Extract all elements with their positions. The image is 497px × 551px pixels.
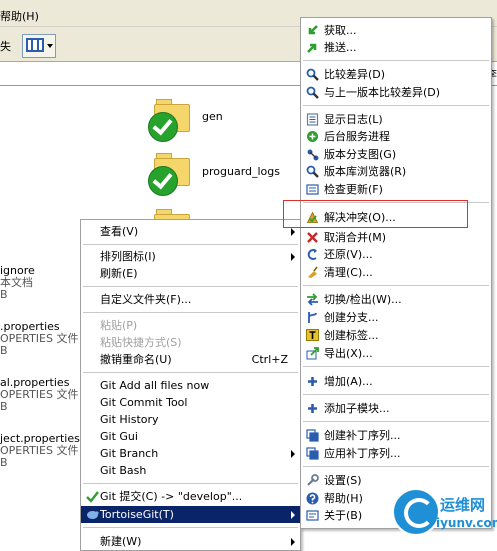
settings-icon (307, 474, 319, 486)
export-icon (306, 347, 319, 360)
commit-icon (86, 491, 99, 503)
menu-item-view[interactable]: 查看(V) (81, 223, 300, 240)
chevron-down-icon (47, 44, 53, 48)
branch-icon (308, 312, 317, 323)
cleanup-icon (308, 266, 318, 278)
menu-item-customize-folder[interactable]: 自定义文件夹(F)... (81, 291, 300, 308)
file-entry[interactable]: ignore 本文档 B (0, 265, 35, 301)
menu-item-git-history[interactable]: Git History (81, 411, 300, 428)
tortoisegit-submenu: 获取... 推送... 比较差异(D) 与上一版本比较差异(D) 显示日志(L)… (300, 17, 492, 529)
folder-partial[interactable] (148, 206, 192, 220)
menu-item-tortoisegit[interactable]: TortoiseGit(T) (81, 506, 300, 523)
menu-item-daemon[interactable]: 后台服务进程 (301, 128, 491, 145)
submenu-arrow-icon (291, 253, 295, 261)
watermark-url: iyunv.com (436, 516, 497, 530)
file-entry[interactable]: .properties OPERTIES 文件 B (0, 321, 78, 357)
menu-item-git-add-all[interactable]: Git Add all files now (81, 377, 300, 394)
menu-item-add-submodule[interactable]: 添加子模块... (301, 400, 491, 417)
add-icon (308, 377, 317, 386)
menu-item-settings[interactable]: 设置(S) (301, 472, 491, 489)
diff-icon (306, 68, 319, 81)
git-ok-overlay-icon (148, 166, 178, 196)
context-menu: 查看(V) 排列图标(I) 刷新(E) 自定义文件夹(F)... 粘贴(P) 粘… (80, 219, 301, 551)
menu-item-paste-shortcut[interactable]: 粘贴快捷方式(S) (81, 334, 300, 351)
revision-graph-icon (307, 149, 319, 161)
watermark: 运维网 iyunv.com (392, 488, 497, 539)
git-ok-overlay-icon (148, 112, 178, 142)
menu-item-create-patch[interactable]: 创建补丁序列... (301, 427, 491, 444)
menu-item-check-updates[interactable]: 检查更新(F) (301, 181, 491, 198)
tortoisegit-icon (87, 511, 99, 519)
tag-icon (306, 329, 319, 341)
menu-item-push[interactable]: 推送... (301, 39, 491, 56)
daemon-icon (307, 131, 318, 142)
menu-item-add[interactable]: 增加(A)... (301, 373, 491, 390)
menu-item-show-log[interactable]: 显示日志(L) (301, 111, 491, 128)
about-icon (306, 510, 319, 521)
abort-merge-icon (307, 232, 318, 243)
menu-item-diff[interactable]: 比较差异(D) (301, 66, 491, 83)
submodule-icon (308, 404, 317, 413)
menu-item-cleanup[interactable]: 清理(C)... (301, 264, 491, 281)
menu-help[interactable]: 帮助(H) (0, 8, 39, 24)
menu-item-repo-browser[interactable]: 版本库浏览器(R) (301, 163, 491, 180)
menu-item-fetch[interactable]: 获取... (301, 22, 491, 39)
menu-item-apply-patch[interactable]: 应用补丁序列... (301, 445, 491, 462)
file-entry[interactable]: ject.properties OPERTIES 文件 B (0, 433, 80, 469)
menu-item-switch-checkout[interactable]: 切换/检出(W)... (301, 291, 491, 308)
folder-proguard-logs[interactable] (148, 150, 192, 196)
menu-item-new[interactable]: 新建(W) (81, 533, 300, 550)
menu-item-git-gui[interactable]: Git Gui (81, 428, 300, 445)
submenu-arrow-icon (291, 538, 295, 546)
menu-item-arrange-icons[interactable]: 排列图标(I) (81, 248, 300, 265)
menu-item-git-branch[interactable]: Git Branch (81, 445, 300, 462)
apply-patch-icon (306, 447, 319, 460)
menu-item-create-tag[interactable]: 创建标签... (301, 327, 491, 344)
menu-item-revision-graph[interactable]: 版本分支图(G) (301, 146, 491, 163)
menu-item-create-branch[interactable]: 创建分支... (301, 309, 491, 326)
undo-shortcut: Ctrl+Z (251, 353, 288, 366)
create-patch-icon (306, 429, 319, 442)
menu-item-revert[interactable]: 还原(V)... (301, 246, 491, 263)
fetch-icon (308, 25, 318, 35)
switch-icon (307, 293, 318, 306)
revert-icon (307, 249, 317, 260)
annotation-highlight-box (283, 200, 468, 228)
menu-item-git-bash[interactable]: Git Bash (81, 462, 300, 479)
view-grid-icon (26, 38, 44, 52)
watermark-logo-icon (392, 488, 440, 536)
folder-gen-name[interactable]: gen (202, 110, 223, 123)
folder-gen[interactable] (148, 96, 192, 142)
menu-item-abort-merge[interactable]: 取消合并(M) (301, 229, 491, 246)
check-updates-icon (306, 184, 319, 195)
help-icon (306, 492, 319, 505)
submenu-arrow-icon (291, 511, 295, 519)
log-icon (306, 113, 319, 126)
file-entry[interactable]: al.properties OPERTIES 文件 B (0, 377, 78, 413)
repo-browser-icon (306, 165, 319, 178)
submenu-arrow-icon (291, 450, 295, 458)
push-icon (307, 43, 317, 53)
folder-proguard-logs-name[interactable]: proguard_logs (202, 165, 280, 178)
submenu-arrow-icon (291, 228, 295, 236)
menu-item-paste[interactable]: 粘贴(P) (81, 317, 300, 334)
menu-item-git-commit[interactable]: Git 提交(C) -> "develop"... (81, 488, 300, 505)
menu-item-undo-rename[interactable]: 撤销重命名(U) Ctrl+Z (81, 351, 300, 368)
watermark-title: 运维网 (440, 496, 486, 514)
menu-item-diff-previous[interactable]: 与上一版本比较差异(D) (301, 84, 491, 101)
view-mode-button[interactable] (22, 34, 56, 58)
toolbar-fragment: 失 (0, 40, 11, 53)
menu-item-git-commit-tool[interactable]: Git Commit Tool (81, 394, 300, 411)
diff-previous-icon (306, 86, 319, 99)
menu-item-export[interactable]: 导出(X)... (301, 345, 491, 362)
menu-item-refresh[interactable]: 刷新(E) (81, 265, 300, 282)
